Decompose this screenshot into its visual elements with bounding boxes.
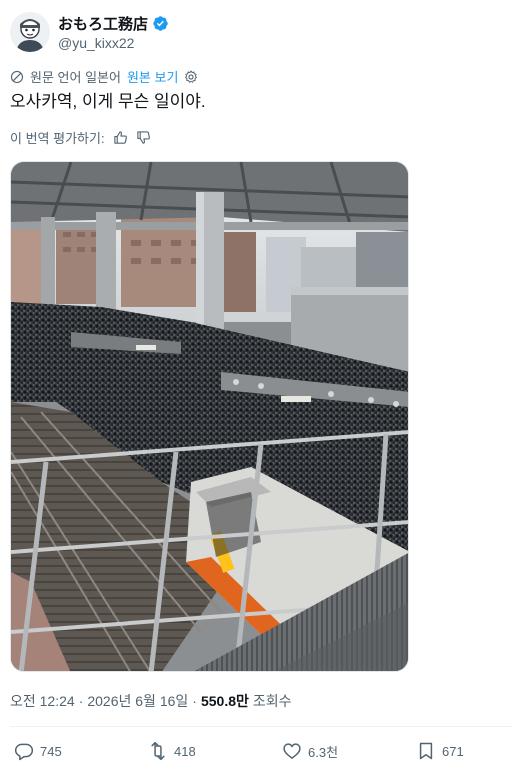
- translate-icon: [10, 70, 24, 83]
- bookmark-count: 671: [442, 743, 464, 759]
- meta-separator: ·: [192, 693, 197, 709]
- reply-button[interactable]: 745: [14, 741, 62, 761]
- action-bar: 745 418 6.3천 671: [0, 738, 522, 766]
- tweet-date[interactable]: 2026년 6월 16일: [87, 691, 188, 711]
- like-count: 6.3천: [308, 744, 339, 760]
- thumbs-up-icon[interactable]: [113, 130, 128, 145]
- translation-source-text: 원문 언어 일본어: [30, 70, 121, 85]
- rate-translation: 이 번역 평가하기:: [10, 128, 151, 147]
- heart-icon: [283, 743, 301, 759]
- crowded-station-photo: [11, 162, 408, 671]
- divider: [10, 726, 512, 727]
- reply-count: 745: [40, 743, 62, 759]
- bookmark-icon: [419, 742, 433, 760]
- rate-translation-label: 이 번역 평가하기:: [10, 131, 105, 146]
- display-name[interactable]: おもろ工務店: [58, 13, 148, 34]
- thumbs-down-icon[interactable]: [136, 130, 151, 145]
- tweet-meta: 오전 12:24 · 2026년 6월 16일 · 550.8만 조회수: [10, 691, 292, 711]
- like-button[interactable]: 6.3천: [282, 741, 338, 761]
- avatar-icon: [10, 12, 50, 52]
- tweet-text: 오사카역, 이게 무슨 일이야.: [10, 92, 206, 111]
- reply-icon: [14, 743, 34, 761]
- repost-icon: [151, 741, 165, 761]
- avatar[interactable]: [10, 12, 50, 52]
- view-count-label: 조회수: [252, 693, 292, 709]
- user-handle[interactable]: @yu_kixx22: [58, 35, 169, 51]
- view-count: 550.8만: [200, 693, 249, 709]
- author-names: おもろ工務店 @yu_kixx22: [58, 14, 169, 51]
- bookmark-button[interactable]: 671: [416, 741, 464, 761]
- verified-badge-icon: [153, 16, 168, 31]
- gear-icon[interactable]: [184, 70, 198, 84]
- repost-count: 418: [174, 743, 196, 759]
- tweet-time[interactable]: 오전 12:24: [10, 691, 75, 711]
- repost-button[interactable]: 418: [148, 741, 196, 761]
- meta-separator: ·: [78, 693, 84, 709]
- show-original-link[interactable]: 원본 보기: [127, 67, 178, 86]
- tweet-header: おもろ工務店 @yu_kixx22: [10, 8, 169, 56]
- translation-bar: 원문 언어 일본어 원본 보기: [10, 67, 198, 86]
- tweet-photo[interactable]: [10, 161, 409, 672]
